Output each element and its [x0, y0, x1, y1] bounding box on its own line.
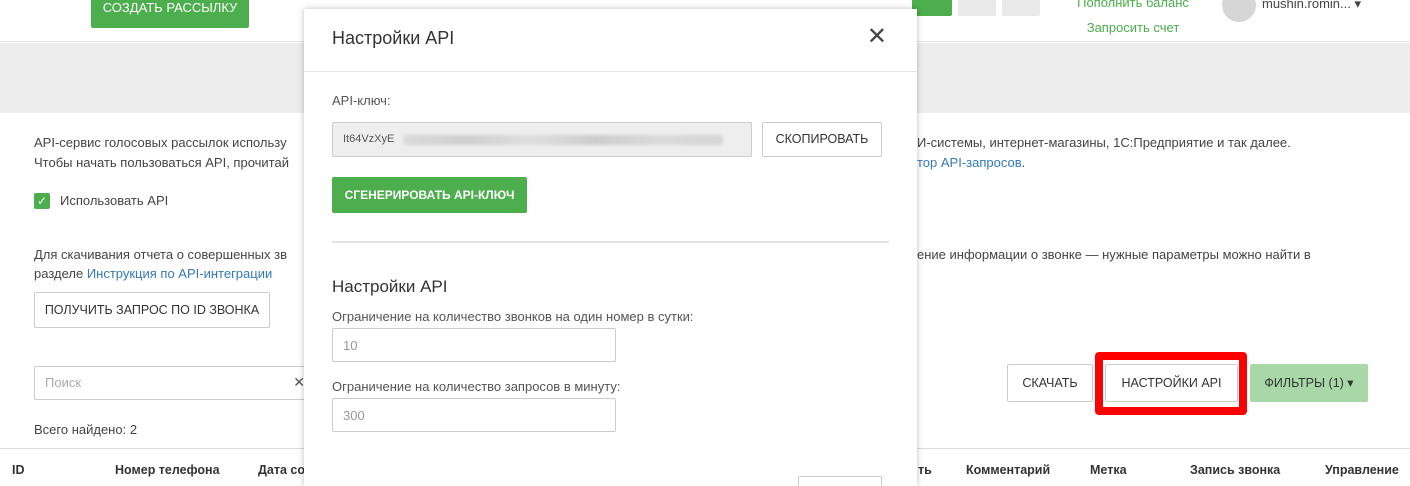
requests-limit-value: 300: [343, 408, 365, 423]
calls-limit-label: Ограничение на количество звонков на оди…: [332, 309, 694, 324]
modal-footer-button[interactable]: [798, 476, 882, 486]
modal-divider: [332, 241, 889, 243]
requests-limit-input[interactable]: 300: [332, 398, 616, 432]
close-icon[interactable]: ✕: [867, 25, 887, 49]
modal-title: Настройки API: [332, 28, 455, 48]
copy-api-key-button[interactable]: СКОПИРОВАТЬ: [762, 122, 882, 157]
api-settings-modal: Настройки API ✕ API-ключ: It64VzXyE СКОП…: [304, 9, 917, 486]
api-key-blurred-part: [403, 135, 723, 145]
api-key-label: API-ключ:: [332, 93, 391, 108]
calls-limit-value: 10: [343, 338, 358, 353]
api-key-field[interactable]: It64VzXyE: [332, 122, 752, 157]
calls-limit-input[interactable]: 10: [332, 328, 616, 362]
api-settings-section-title: Настройки API: [332, 277, 448, 296]
generate-api-key-button[interactable]: СГЕНЕРИРОВАТЬ API-КЛЮЧ: [332, 177, 527, 213]
modal-header: Настройки API ✕: [304, 9, 917, 72]
api-key-value: It64VzXyE: [343, 133, 395, 145]
requests-limit-label: Ограничение на количество запросов в мин…: [332, 379, 621, 394]
